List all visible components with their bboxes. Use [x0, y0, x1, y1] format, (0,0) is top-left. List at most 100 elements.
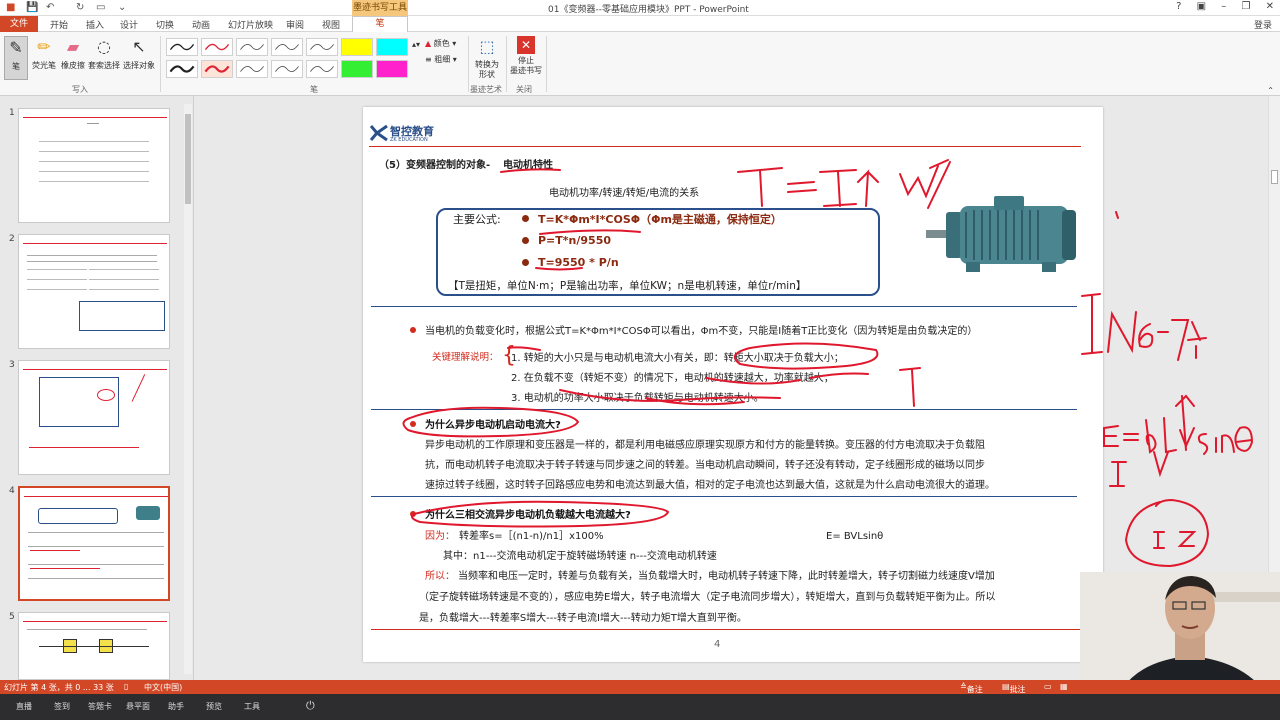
taskbar-checkin[interactable]: 签到 [54, 701, 70, 712]
thumbnail-number: 3 [9, 360, 15, 370]
key-point-3: 3. 电动机的功率大小取决于负载转矩与电动机转速大小。 [511, 393, 764, 404]
pen-swatch[interactable] [306, 60, 338, 78]
tab-animations[interactable]: 动画 [192, 18, 210, 31]
formula-bullet [522, 259, 529, 266]
highlighter-swatch-yellow[interactable] [341, 38, 373, 56]
key-point-2: 2. 在负载不变（转矩不变）的情况下，电动机的转速越大，功率就越大； [511, 373, 834, 384]
sorter-view-icon[interactable]: ▦ [1060, 682, 1068, 691]
scrollbar-thumb[interactable] [1271, 170, 1278, 184]
login-link[interactable]: 登录 [1254, 18, 1272, 31]
ribbon-display-icon[interactable]: ▣ [1197, 1, 1206, 12]
ribbon: ✎ 笔 ✏ 荧光笔 ▰ 橡皮擦 ◌ 套索选择 ↖ 选择对象 写入 ▴▾ 笔 ▲ … [0, 32, 1280, 96]
pen-tool-button[interactable]: ✎ 笔 [4, 36, 28, 80]
tab-view[interactable]: 视图 [322, 18, 340, 31]
slide-thumbnail-2[interactable] [18, 234, 170, 349]
eraser-tool-button[interactable]: ▰ 橡皮擦 [60, 36, 86, 71]
customize-toolbar-icon[interactable]: ⌄ [118, 2, 126, 13]
status-bar: 幻灯片 第 4 张，共 0 ... 33 张 ▯ 中文(中国) ≙ 备注 ▤ 批… [0, 680, 1280, 694]
zk-logo-icon [369, 124, 389, 142]
slide-thumbnail-3[interactable] [18, 360, 170, 475]
pen-swatch[interactable] [271, 38, 303, 56]
slide-thumbnail-1[interactable] [18, 108, 170, 223]
formula-label: 主要公式: [453, 213, 501, 226]
pen-swatch[interactable] [306, 38, 338, 56]
convert-to-shapes-button[interactable]: ⬚ 转换为 形状 [470, 36, 504, 80]
restore-icon[interactable]: ❐ [1241, 1, 1250, 12]
comments-toggle[interactable]: ▤ 批注 [1002, 682, 1026, 694]
tab-design[interactable]: 设计 [120, 18, 138, 31]
so-line-2: （定子旋转磁场转速是不变的），感应电势E增大，转子电流增大（定子电流同步增大），… [419, 592, 996, 603]
taskbar-tools[interactable]: 工具 [244, 701, 260, 712]
scrollbar-thumb[interactable] [185, 114, 191, 204]
close-icon[interactable]: ✕ [1266, 1, 1274, 12]
tab-home[interactable]: 开始 [50, 18, 68, 31]
taskbar-plane[interactable]: 悬平面 [126, 701, 150, 712]
slide-canvas[interactable]: 智控教育 ZK EDUCATION （5）变频器控制的对象- 电动机特性 电动机… [363, 107, 1103, 662]
thumbnail-number: 4 [9, 486, 15, 496]
pen-swatch[interactable] [201, 38, 233, 56]
because-label: 因为： [425, 531, 455, 542]
pen-swatch[interactable] [236, 60, 268, 78]
color-dropdown[interactable]: ▲ 颜色 ▾ [425, 38, 456, 49]
slip-formula: 转差率s=［(n1-n)/n1］x100% [459, 531, 604, 542]
slide-thumbnail-4[interactable] [18, 486, 170, 601]
weight-dropdown[interactable]: ≡ 粗细 ▾ [425, 54, 457, 65]
slide-thumbnail-5[interactable] [18, 612, 170, 680]
tab-file[interactable]: 文件 [0, 16, 38, 32]
undo-icon[interactable]: ↶ [46, 2, 54, 13]
lasso-select-button[interactable]: ◌ 套索选择 [88, 36, 120, 71]
highlighter-swatch-green[interactable] [341, 60, 373, 78]
power-icon[interactable]: ⏻ [306, 699, 315, 713]
highlighter-tool-button[interactable]: ✏ 荧光笔 [31, 36, 57, 71]
where-text: 其中：n1---交流电动机定于旋转磁场转速 n---交流电动机转速 [443, 551, 717, 562]
slide-heading-prefix: （5）变频器控制的对象- [379, 160, 491, 171]
stop-inking-button[interactable]: ✕ 停止 墨迹书写 [508, 36, 544, 76]
stop-icon: ✕ [517, 36, 535, 54]
taskbar-assistant[interactable]: 助手 [168, 701, 184, 712]
thumbnails-scrollbar[interactable] [184, 104, 192, 674]
thumbnail-number: 2 [9, 234, 15, 244]
taskbar-preview[interactable]: 预览 [206, 701, 222, 712]
start-slideshow-icon[interactable]: ▭ [96, 2, 105, 13]
pen-swatch[interactable] [271, 60, 303, 78]
tab-insert[interactable]: 插入 [86, 18, 104, 31]
tab-review[interactable]: 审阅 [286, 18, 304, 31]
title-bar: ■ 💾 ↶ ↻ ▭ ⌄ 墨迹书写工具 01《变频器--零基础应用模块》PPT -… [0, 0, 1280, 16]
thumbnail-number: 1 [9, 108, 15, 118]
language-indicator[interactable]: 中文(中国) [144, 682, 182, 693]
taskbar-live[interactable]: 直播 [16, 701, 32, 712]
help-icon[interactable]: ? [1176, 1, 1181, 12]
line-weight-icon: ≡ [425, 55, 432, 64]
emf-formula: E= BVLsinθ [826, 531, 884, 542]
pen-swatch-selected[interactable] [201, 60, 233, 78]
live-taskbar: 直播 签到 答题卡 悬平面 助手 预览 工具 ⏻ [0, 694, 1280, 720]
spellcheck-icon[interactable]: ▯ [124, 682, 128, 691]
tab-transitions[interactable]: 切换 [156, 18, 174, 31]
pen-swatch[interactable] [236, 38, 268, 56]
notes-toggle[interactable]: ≙ 备注 [960, 682, 983, 694]
gallery-scroll-icon[interactable]: ▴▾ [412, 40, 420, 49]
tab-slideshow[interactable]: 幻灯片放映 [228, 18, 273, 31]
slide-subtitle: 电动机功率/转速/转矩/电流的关系 [549, 188, 700, 199]
header-divider [369, 146, 1081, 147]
tab-pen[interactable]: 笔 [352, 16, 408, 32]
answer-line-1: 异步电动机的工作原理和变压器是一样的，都是利用电磁感应原理实现原方和付方的能量转… [425, 440, 985, 451]
pen-swatch[interactable] [166, 60, 198, 78]
normal-view-icon[interactable]: ▭ [1044, 682, 1052, 691]
ink-art-group-label: 墨迹艺术 [470, 85, 502, 94]
formula-bullet [522, 237, 529, 244]
formula-note: 【T是扭矩，单位N·m；P是输出功率，单位KW；n是电机转速，单位r/min】 [448, 280, 807, 292]
redo-icon[interactable]: ↻ [76, 2, 84, 13]
minimize-icon[interactable]: – [1221, 1, 1226, 12]
convert-shapes-icon: ⬚ [479, 37, 495, 56]
collapse-ribbon-icon[interactable]: ⌃ [1267, 86, 1274, 95]
key-point-1: 1. 转矩的大小只是与电动机电流大小有关，即：转矩大小取决于负载大小； [511, 353, 844, 364]
select-objects-button[interactable]: ↖ 选择对象 [122, 36, 156, 71]
window-title: 01《变频器--零基础应用模块》PPT - PowerPoint [548, 5, 749, 15]
highlighter-swatch-magenta[interactable] [376, 60, 408, 78]
pen-swatch[interactable] [166, 38, 198, 56]
taskbar-answer-card[interactable]: 答题卡 [88, 701, 112, 712]
highlighter-swatch-cyan[interactable] [376, 38, 408, 56]
highlighter-icon: ✏ [37, 37, 51, 56]
save-icon[interactable]: 💾 [26, 2, 38, 13]
